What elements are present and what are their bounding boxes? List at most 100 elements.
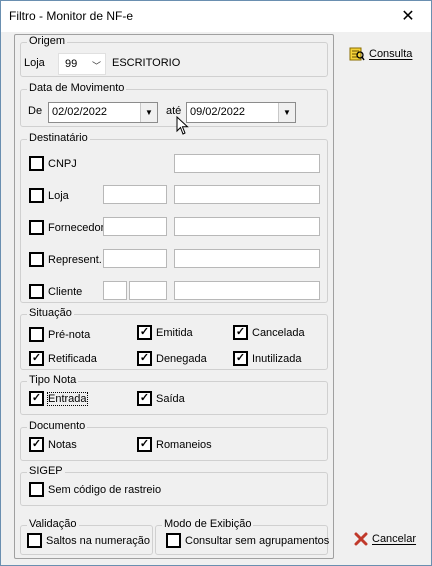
check-icon[interactable]: ✓ — [29, 351, 44, 366]
check-icon[interactable]: ✓ — [29, 437, 44, 452]
cancel-x-icon — [354, 532, 368, 546]
saida-checkbox[interactable]: ✓ Saída — [137, 391, 185, 406]
checkbox-box[interactable] — [29, 284, 44, 299]
check-icon[interactable]: ✓ — [137, 437, 152, 452]
ate-date-picker[interactable]: 09/02/2022 ▼ — [186, 102, 296, 123]
loja-name-input[interactable] — [174, 185, 320, 204]
filters-panel: Origem Loja 99 ﹀ ESCRITORIO Data de Movi… — [14, 34, 334, 559]
saltos-numeracao-label: Saltos na numeração — [46, 534, 150, 547]
romaneios-checkbox[interactable]: ✓ Romaneios — [137, 437, 212, 452]
check-icon[interactable]: ✓ — [233, 325, 248, 340]
romaneios-label: Romaneios — [156, 438, 212, 451]
checkbox-box[interactable] — [29, 252, 44, 267]
notas-label: Notas — [48, 438, 77, 451]
cliente-store-input[interactable] — [103, 281, 127, 300]
window-client: Origem Loja 99 ﹀ ESCRITORIO Data de Movi… — [1, 32, 431, 565]
consulta-button[interactable]: Consulta — [349, 46, 412, 62]
emitida-checkbox[interactable]: ✓ Emitida — [137, 325, 193, 340]
checkbox-box[interactable] — [29, 327, 44, 342]
origem-group: Origem Loja 99 ﹀ ESCRITORIO — [20, 35, 328, 77]
entrada-label: Entrada — [47, 391, 88, 406]
de-label: De — [28, 105, 43, 117]
check-icon[interactable]: ✓ — [137, 351, 152, 366]
tipo-nota-title: Tipo Nota — [27, 374, 79, 386]
destinatario-group: Destinatário CNPJ Loja Fornecedor Repres… — [20, 132, 328, 303]
ate-date-value: 09/02/2022 — [190, 106, 246, 118]
notas-checkbox[interactable]: ✓ Notas — [29, 437, 77, 452]
chevron-down-icon: ﹀ — [91, 61, 101, 71]
sem-codigo-rastreio-checkbox[interactable]: Sem código de rastreio — [29, 482, 161, 497]
pre-nota-label: Pré-nota — [48, 328, 91, 341]
check-icon[interactable]: ✓ — [29, 391, 44, 406]
de-date-value: 02/02/2022 — [52, 106, 108, 118]
calendar-dropdown-icon[interactable]: ▼ — [140, 103, 157, 122]
fornecedor-checkbox[interactable]: Fornecedor — [29, 220, 104, 235]
representante-code-input[interactable] — [103, 249, 167, 268]
sem-codigo-rastreio-label: Sem código de rastreio — [48, 483, 162, 496]
consultar-sem-agrupamentos-checkbox[interactable]: Consultar sem agrupamentos — [166, 533, 329, 548]
documento-title: Documento — [27, 420, 88, 432]
origem-title: Origem — [27, 35, 68, 47]
situacao-title: Situação — [27, 307, 74, 319]
cancelada-label: Cancelada — [252, 326, 305, 339]
saltos-numeracao-checkbox[interactable]: Saltos na numeração — [27, 533, 150, 548]
cancelar-button[interactable]: Cancelar — [354, 532, 416, 546]
tipo-nota-group: Tipo Nota ✓ Entrada ✓ Saída — [20, 374, 328, 415]
cliente-code-input[interactable] — [129, 281, 167, 300]
cliente-label: Cliente — [48, 285, 83, 298]
loja-label: Loja — [24, 57, 45, 69]
retificada-label: Retificada — [48, 352, 97, 365]
cancelar-label: Cancelar — [372, 533, 417, 545]
filter-window: Filtro - Monitor de NF-e ✕ Origem Loja 9… — [0, 0, 432, 566]
fornecedor-name-input[interactable] — [174, 217, 320, 236]
checkbox-box[interactable] — [29, 220, 44, 235]
situacao-group: Situação Pré-nota ✓ Emitida ✓ Cancelada … — [20, 307, 328, 370]
loja-value: 99 — [65, 58, 78, 70]
checkbox-box[interactable] — [29, 482, 44, 497]
sigep-group: SIGEP Sem código de rastreio — [20, 465, 328, 506]
cliente-checkbox[interactable]: Cliente — [29, 284, 82, 299]
documento-group: Documento ✓ Notas ✓ Romaneios — [20, 420, 328, 461]
loja-name: ESCRITORIO — [112, 57, 181, 69]
denegada-checkbox[interactable]: ✓ Denegada — [137, 351, 207, 366]
fornecedor-code-input[interactable] — [103, 217, 167, 236]
check-icon[interactable]: ✓ — [137, 391, 152, 406]
checkbox-box[interactable] — [29, 188, 44, 203]
cnpj-label: CNPJ — [48, 157, 77, 170]
inutilizada-checkbox[interactable]: ✓ Inutilizada — [233, 351, 302, 366]
fornecedor-label: Fornecedor — [48, 221, 105, 234]
consultar-sem-agrupamentos-label: Consultar sem agrupamentos — [185, 534, 330, 547]
destinatario-title: Destinatário — [27, 132, 90, 144]
close-button[interactable]: ✕ — [385, 1, 431, 31]
cancelada-checkbox[interactable]: ✓ Cancelada — [233, 325, 305, 340]
check-icon[interactable]: ✓ — [137, 325, 152, 340]
validacao-group: Validação Saltos na numeração — [20, 518, 153, 555]
loja-code-input[interactable] — [103, 185, 167, 204]
sigep-title: SIGEP — [27, 465, 65, 477]
close-icon: ✕ — [401, 8, 415, 25]
calendar-dropdown-icon[interactable]: ▼ — [278, 103, 295, 122]
cnpj-checkbox[interactable]: CNPJ — [29, 156, 77, 171]
data-movimento-group: Data de Movimento De 02/02/2022 ▼ até 09… — [20, 82, 328, 127]
modo-exibicao-title: Modo de Exibição — [162, 518, 254, 530]
mouse-cursor-icon — [176, 115, 190, 139]
checkbox-box[interactable] — [27, 533, 42, 548]
representante-checkbox[interactable]: Represent. — [29, 252, 102, 267]
loja-select[interactable]: 99 ﹀ — [58, 53, 106, 75]
modo-exibicao-group: Modo de Exibição Consultar sem agrupamen… — [155, 518, 329, 555]
title-bar: Filtro - Monitor de NF-e ✕ — [1, 1, 431, 32]
consulta-label: Consulta — [369, 48, 413, 60]
loja-checkbox[interactable]: Loja — [29, 188, 69, 203]
cliente-name-input[interactable] — [174, 281, 320, 300]
representante-name-input[interactable] — [174, 249, 320, 268]
retificada-checkbox[interactable]: ✓ Retificada — [29, 351, 97, 366]
de-date-picker[interactable]: 02/02/2022 ▼ — [48, 102, 158, 123]
loja-dest-label: Loja — [48, 189, 69, 202]
check-icon[interactable]: ✓ — [233, 351, 248, 366]
checkbox-box[interactable] — [29, 156, 44, 171]
data-movimento-title: Data de Movimento — [27, 82, 127, 94]
cnpj-input[interactable] — [174, 154, 320, 173]
pre-nota-checkbox[interactable]: Pré-nota — [29, 327, 90, 342]
entrada-checkbox[interactable]: ✓ Entrada — [29, 391, 88, 406]
checkbox-box[interactable] — [166, 533, 181, 548]
